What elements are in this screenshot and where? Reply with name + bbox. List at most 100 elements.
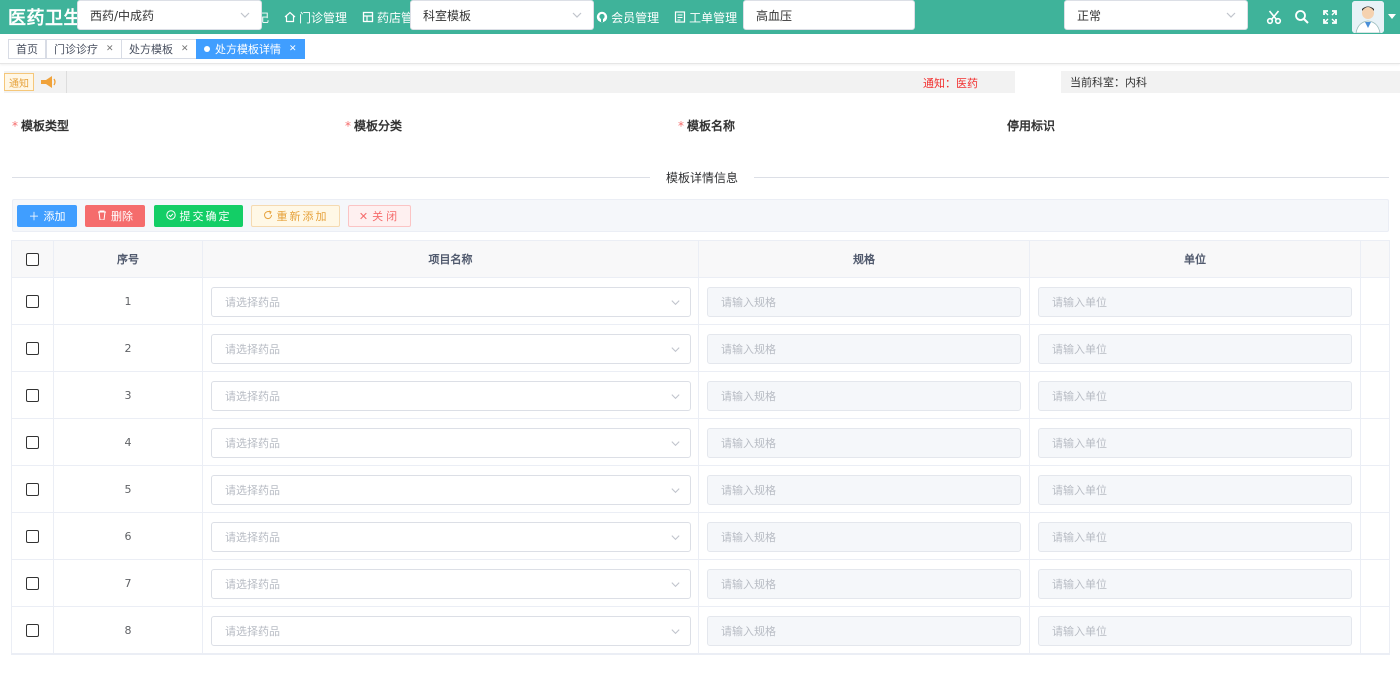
field-label: * 模板分类 [345, 117, 402, 134]
notice-divider [66, 71, 67, 93]
table-row: 8 请选择药品 请输入规格 请输入单位 [12, 607, 1389, 654]
filler-cell [1361, 513, 1389, 560]
item-name-cell: 请选择药品 [203, 372, 699, 419]
row-checkbox[interactable] [26, 530, 39, 543]
tab-outpatient[interactable]: 门诊诊疗 ✕ [46, 39, 122, 59]
unit-input[interactable]: 请输入单位 [1038, 287, 1352, 317]
spec-input[interactable]: 请输入规格 [707, 616, 1021, 646]
drug-select[interactable]: 请选择药品 [211, 381, 691, 411]
detail-table: 序号 项目名称 规格 单位 1 请选择药品 请输入规格 请输入单位 2 请选择药品 请输入规… [11, 240, 1390, 655]
megaphone-icon [38, 74, 58, 90]
filler-cell [1361, 419, 1389, 466]
nav-item[interactable]: 门诊管理 [278, 0, 356, 34]
drug-select[interactable]: 请选择药品 [211, 569, 691, 599]
add-button[interactable]: ＋添加 [17, 205, 77, 227]
drug-select[interactable]: 请选择药品 [211, 522, 691, 552]
field-label: * 模板类型 [12, 117, 69, 134]
unit-input[interactable]: 请输入单位 [1038, 475, 1352, 505]
close-icon[interactable]: ✕ [106, 44, 114, 54]
unit-input[interactable]: 请输入单位 [1038, 381, 1352, 411]
tab-prescription-template[interactable]: 处方模板 ✕ [121, 39, 197, 59]
chevron-down-icon [670, 297, 681, 308]
search-icon[interactable] [1288, 0, 1316, 34]
select-all-checkbox[interactable] [26, 252, 39, 266]
fullscreen-icon[interactable] [1316, 0, 1344, 34]
chevron-down-icon [670, 344, 681, 355]
template-type-select[interactable]: 西药/中成药 [77, 0, 262, 30]
spec-input[interactable]: 请输入规格 [707, 287, 1021, 317]
readd-button[interactable]: 重新添加 [251, 205, 340, 227]
unit-cell: 请输入单位 [1030, 372, 1361, 419]
spec-input[interactable]: 请输入规格 [707, 381, 1021, 411]
unit-input[interactable]: 请输入单位 [1038, 569, 1352, 599]
filler-cell [1361, 607, 1389, 654]
unit-cell: 请输入单位 [1030, 278, 1361, 325]
spec-input[interactable]: 请输入规格 [707, 475, 1021, 505]
delete-button[interactable]: 删除 [85, 205, 145, 227]
spec-cell: 请输入规格 [699, 560, 1030, 607]
drug-select[interactable]: 请选择药品 [211, 475, 691, 505]
unit-cell: 请输入单位 [1030, 419, 1361, 466]
label-text: 模板名称 [687, 118, 736, 133]
item-name-cell: 请选择药品 [203, 325, 699, 372]
select-cell [12, 278, 54, 325]
spec-input[interactable]: 请输入规格 [707, 522, 1021, 552]
drug-select[interactable]: 请选择药品 [211, 428, 691, 458]
table-row: 6 请选择药品 请输入规格 请输入单位 [12, 513, 1389, 560]
filler-cell [1361, 560, 1389, 607]
drug-select[interactable]: 请选择药品 [211, 287, 691, 317]
template-category-select[interactable]: 科室模板 [410, 0, 594, 30]
row-checkbox[interactable] [26, 624, 39, 637]
header-filler [1361, 241, 1389, 278]
check-circle-icon [165, 209, 176, 223]
row-checkbox[interactable] [26, 577, 39, 590]
submit-button[interactable]: 提交确定 [154, 205, 243, 227]
tab-home[interactable]: 首页 [8, 39, 46, 59]
row-checkbox[interactable] [26, 436, 39, 449]
spec-input[interactable]: 请输入规格 [707, 569, 1021, 599]
chevron-down-icon[interactable] [1384, 0, 1400, 34]
chevron-down-icon [572, 12, 582, 18]
required-mark: * [12, 118, 18, 133]
row-checkbox[interactable] [26, 295, 39, 308]
row-checkbox[interactable] [26, 389, 39, 402]
row-checkbox[interactable] [26, 483, 39, 496]
form-item-status: 停用标识 [1007, 110, 1055, 140]
drug-select[interactable]: 请选择药品 [211, 616, 691, 646]
close-button[interactable]: ✕ 关闭 [348, 205, 411, 227]
scissors-icon[interactable] [1260, 0, 1288, 34]
nav-item[interactable]: 会员管理 [590, 0, 668, 34]
tab-label: 首页 [16, 43, 38, 56]
unit-input[interactable]: 请输入单位 [1038, 334, 1352, 364]
unit-input[interactable]: 请输入单位 [1038, 428, 1352, 458]
row-checkbox[interactable] [26, 342, 39, 355]
tab-template-detail[interactable]: 处方模板详情 ✕ [196, 39, 305, 59]
row-index: 3 [54, 372, 203, 419]
filler-cell [1361, 372, 1389, 419]
drug-select[interactable]: 请选择药品 [211, 334, 691, 364]
section-title: 模板详情信息 [650, 169, 755, 186]
unit-input[interactable]: 请输入单位 [1038, 616, 1352, 646]
spec-input[interactable]: 请输入规格 [707, 334, 1021, 364]
user-avatar[interactable] [1352, 1, 1384, 33]
nav-item-label: 会员管理 [611, 10, 660, 25]
field-label: 停用标识 [1007, 118, 1056, 133]
table-row: 7 请选择药品 请输入规格 请输入单位 [12, 560, 1389, 607]
select-cell [12, 372, 54, 419]
close-icon[interactable]: ✕ [289, 44, 297, 54]
template-name-input[interactable]: 高血压 [743, 0, 915, 30]
table-toolbar: ＋添加 删除 提交确定 重新添加 ✕ 关闭 [12, 199, 1389, 232]
close-icon[interactable]: ✕ [181, 44, 189, 54]
unit-input[interactable]: 请输入单位 [1038, 522, 1352, 552]
unit-cell: 请输入单位 [1030, 466, 1361, 513]
nav-item[interactable]: 工单管理 [668, 0, 746, 34]
filler-cell [1361, 278, 1389, 325]
status-select[interactable]: 正常 [1064, 0, 1248, 30]
nav-item-label: 门诊管理 [299, 10, 348, 25]
select-placeholder: 请选择药品 [225, 296, 280, 309]
unit-cell: 请输入单位 [1030, 560, 1361, 607]
spec-input[interactable]: 请输入规格 [707, 428, 1021, 458]
header-item-name: 项目名称 [203, 241, 699, 278]
button-label: 提交确定 [179, 210, 232, 223]
unit-cell: 请输入单位 [1030, 325, 1361, 372]
